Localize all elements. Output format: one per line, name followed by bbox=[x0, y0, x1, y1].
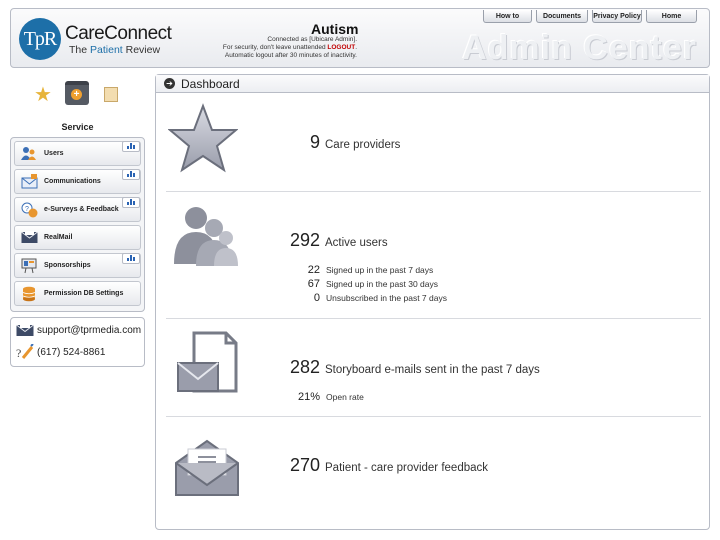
envelope-message-icon bbox=[175, 439, 239, 496]
security-text: For security, don't leave unattended LOG… bbox=[222, 44, 357, 51]
open-rate-value: 21% bbox=[297, 391, 320, 403]
home-button[interactable]: Home bbox=[646, 10, 697, 23]
medical-kit-icon[interactable]: + bbox=[65, 81, 89, 105]
sponsorship-icon bbox=[20, 258, 38, 274]
support-phone: (617) 524-8861 bbox=[37, 346, 106, 358]
star-icon bbox=[168, 103, 238, 173]
stats-icon[interactable] bbox=[122, 169, 140, 180]
feedback-label: Patient - care provider feedback bbox=[325, 462, 489, 474]
privacy-policy-button[interactable]: Privacy Policy bbox=[592, 10, 642, 23]
stats-icon[interactable] bbox=[122, 141, 140, 152]
id-card-icon[interactable] bbox=[104, 87, 118, 102]
dashboard-title: Dashboard bbox=[181, 76, 240, 91]
document-mail-icon bbox=[177, 331, 238, 393]
support-email-link[interactable]: support@tprmedia.com bbox=[37, 325, 141, 336]
svg-text:?: ? bbox=[25, 206, 29, 213]
brand-name: CareConnect bbox=[65, 23, 172, 44]
sidebar-item-realmail[interactable]: RealMail bbox=[14, 225, 141, 250]
dashboard-header: ➔ Dashboard bbox=[156, 75, 709, 93]
sidebar-item-label: Permission DB Settings bbox=[44, 290, 124, 297]
sidebar-item-label: Sponsorships bbox=[44, 262, 91, 269]
documents-button[interactable]: Documents bbox=[536, 10, 588, 23]
admin-center-title: Admin Center bbox=[462, 29, 697, 67]
auto-logout-text: Automatic logout after 30 minutes of ina… bbox=[224, 52, 357, 59]
communications-icon bbox=[20, 174, 38, 190]
active-users-section: 292 Active users 22 Signed up in the pas… bbox=[166, 192, 701, 319]
open-rate-label: Open rate bbox=[326, 392, 364, 402]
connected-as-text: Connected as [Ubicare Admin]. bbox=[267, 36, 357, 43]
sidebar-menu: Users Communications ? e-Surveys & Feedb… bbox=[10, 137, 145, 312]
logout-link[interactable]: LOGOUT bbox=[327, 44, 355, 51]
sidebar-item-sponsorships[interactable]: Sponsorships bbox=[14, 253, 141, 278]
mail-icon bbox=[20, 230, 38, 246]
active-users-label: Active users bbox=[325, 237, 388, 249]
stat-row: 21% Open rate bbox=[266, 391, 364, 403]
stats-icon[interactable] bbox=[122, 197, 140, 208]
sidebar-item-label: RealMail bbox=[44, 234, 73, 241]
sidebar-item-label: e-Surveys & Feedback bbox=[44, 206, 119, 213]
dashboard-panel: ➔ Dashboard 9 Care providers 292 Active … bbox=[155, 74, 710, 530]
sidebar-item-esurveys[interactable]: ? e-Surveys & Feedback bbox=[14, 197, 141, 222]
phone-icon: ? bbox=[16, 344, 34, 360]
users-icon bbox=[20, 146, 38, 162]
stat-row: 22 Signed up in the past 7 days bbox=[307, 264, 434, 276]
sidebar-item-label: Users bbox=[44, 150, 64, 157]
sidebar-item-permission-db-settings[interactable]: Permission DB Settings bbox=[14, 281, 141, 306]
active-users-count: 292 bbox=[289, 230, 320, 250]
storyboard-count: 282 bbox=[289, 357, 320, 377]
tpr-logo[interactable]: TpR bbox=[19, 18, 61, 60]
how-to-button[interactable]: How to bbox=[483, 10, 532, 23]
brand-subtitle: The Patient Review bbox=[69, 44, 161, 56]
users-group-icon bbox=[174, 207, 238, 266]
session-info: Connected as [Ubicare Admin]. For securi… bbox=[207, 36, 357, 60]
stat-row: 67 Signed up in the past 30 days bbox=[307, 278, 438, 290]
service-icons: ★ + bbox=[34, 81, 124, 112]
organization-title: Autism bbox=[311, 21, 359, 37]
top-navigation: How to Documents Privacy Policy Home bbox=[483, 10, 697, 23]
survey-icon: ? bbox=[20, 202, 38, 218]
star-icon[interactable]: ★ bbox=[34, 82, 52, 107]
storyboard-section: 282 Storyboard e-mails sent in the past … bbox=[166, 319, 701, 417]
storyboard-label: Storyboard e-mails sent in the past 7 da… bbox=[325, 364, 540, 376]
stat-row: 0 Unsubscribed in the past 7 days bbox=[313, 292, 447, 304]
feedback-count: 270 bbox=[289, 455, 320, 475]
header: TpR CareConnect The Patient Review Autis… bbox=[10, 8, 710, 68]
service-label: Service bbox=[61, 122, 94, 132]
sidebar-item-communications[interactable]: Communications bbox=[14, 169, 141, 194]
email-icon bbox=[16, 324, 34, 336]
support-contact: support@tprmedia.com ? (617) 524-8861 bbox=[10, 317, 145, 367]
care-providers-section: 9 Care providers bbox=[166, 94, 701, 192]
care-providers-label: Care providers bbox=[325, 139, 401, 151]
svg-text:?: ? bbox=[16, 346, 21, 360]
stats-icon[interactable] bbox=[122, 253, 140, 264]
sidebar-item-label: Communications bbox=[44, 178, 101, 185]
arrow-right-icon: ➔ bbox=[164, 78, 175, 89]
database-icon bbox=[20, 286, 38, 302]
care-providers-count: 9 bbox=[309, 132, 320, 152]
sidebar-item-users[interactable]: Users bbox=[14, 141, 141, 166]
feedback-section: 270 Patient - care provider feedback bbox=[166, 417, 701, 507]
